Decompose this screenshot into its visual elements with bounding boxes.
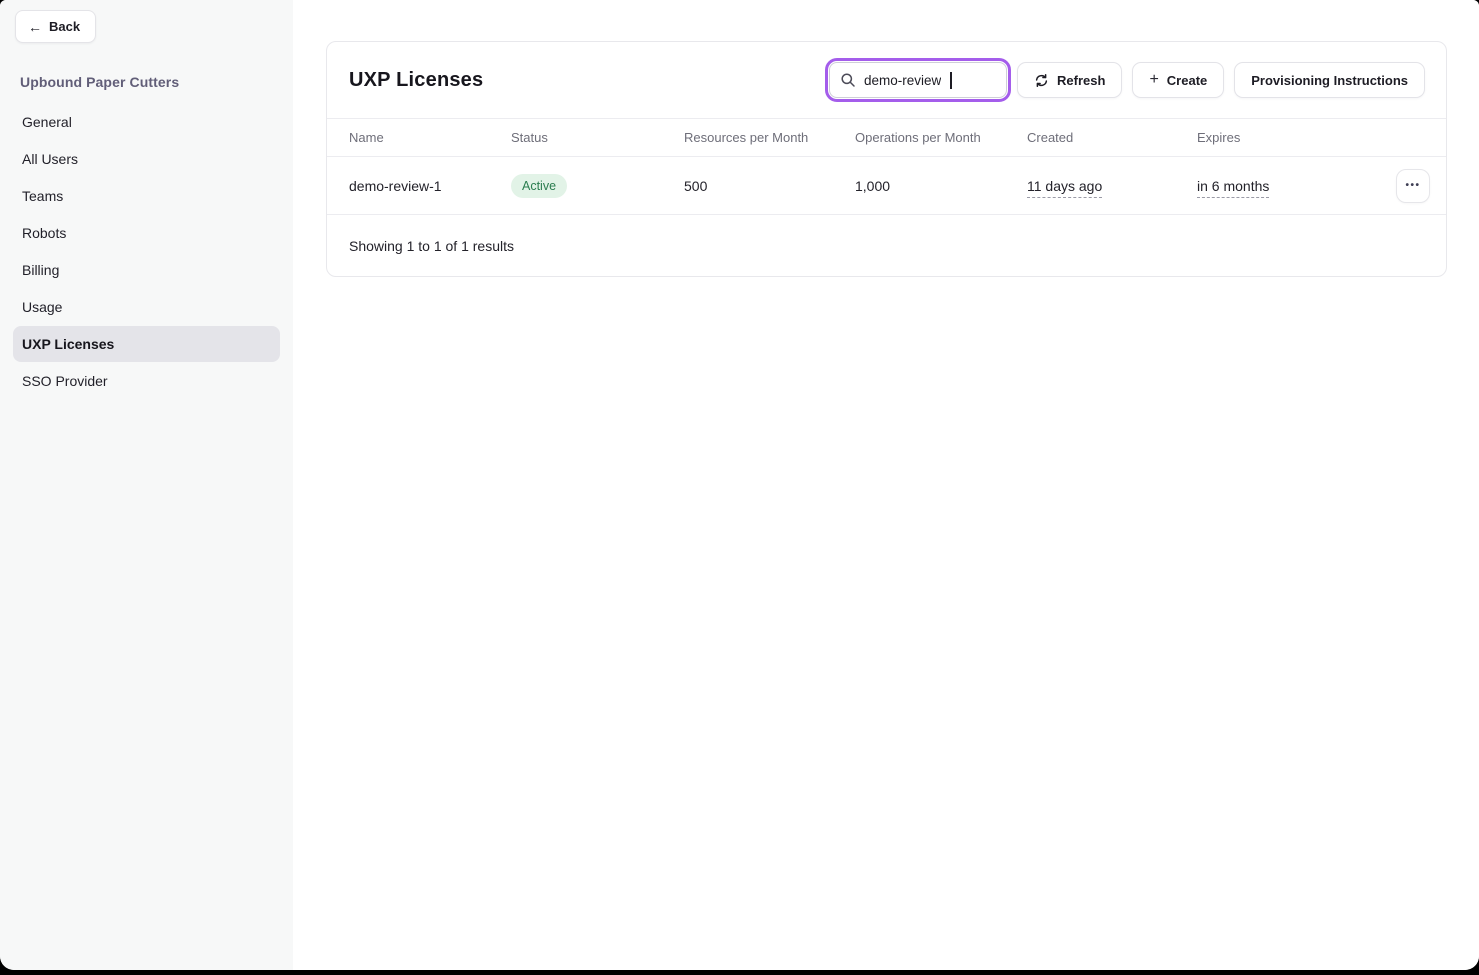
created-relative-time[interactable]: 11 days ago (1027, 178, 1102, 198)
create-button[interactable]: + Create (1132, 62, 1224, 98)
row-actions-menu-button[interactable]: ••• (1396, 169, 1430, 203)
back-button[interactable]: ← Back (15, 10, 96, 43)
sidebar-item-all-users[interactable]: All Users (13, 141, 280, 177)
search-input-value: demo-review (864, 73, 941, 88)
uxp-licenses-card: UXP Licenses demo-review (326, 41, 1447, 277)
table-row: demo-review-1 Active 500 1,000 11 days a… (327, 157, 1446, 215)
page-title: UXP Licenses (349, 69, 483, 92)
column-header-status: Status (511, 130, 684, 145)
toolbar: demo-review Refresh + Create (829, 62, 1425, 98)
settings-sidebar: ← Back Upbound Paper Cutters General All… (0, 0, 293, 970)
resources-per-month-cell: 500 (684, 178, 855, 194)
back-arrow-icon: ← (28, 20, 42, 34)
sidebar-item-uxp-licenses[interactable]: UXP Licenses (13, 326, 280, 362)
sidebar-item-robots[interactable]: Robots (13, 215, 280, 251)
search-input[interactable]: demo-review (829, 62, 1007, 98)
column-header-created: Created (1027, 130, 1197, 145)
provisioning-instructions-label: Provisioning Instructions (1251, 73, 1408, 88)
main-content: UXP Licenses demo-review (293, 0, 1479, 970)
sidebar-item-usage[interactable]: Usage (13, 289, 280, 325)
card-header: UXP Licenses demo-review (327, 42, 1446, 118)
table-header-row: Name Status Resources per Month Operatio… (327, 118, 1446, 157)
refresh-button[interactable]: Refresh (1017, 62, 1122, 98)
app-window: ← Back Upbound Paper Cutters General All… (0, 0, 1479, 970)
refresh-button-label: Refresh (1057, 73, 1105, 88)
license-name-cell: demo-review-1 (349, 178, 511, 194)
card-footer: Showing 1 to 1 of 1 results (327, 215, 1446, 276)
results-count-text: Showing 1 to 1 of 1 results (349, 238, 514, 254)
operations-per-month-cell: 1,000 (855, 178, 1027, 194)
expires-relative-time[interactable]: in 6 months (1197, 178, 1269, 198)
search-icon (840, 72, 856, 88)
status-badge: Active (511, 174, 567, 198)
ellipsis-icon: ••• (1405, 180, 1420, 191)
sidebar-item-teams[interactable]: Teams (13, 178, 280, 214)
sidebar-item-general[interactable]: General (13, 104, 280, 140)
sidebar-item-billing[interactable]: Billing (13, 252, 280, 288)
license-status-cell: Active (511, 174, 684, 198)
create-button-label: Create (1167, 73, 1207, 88)
org-name-heading: Upbound Paper Cutters (20, 74, 293, 90)
expires-cell: in 6 months (1197, 178, 1374, 194)
sidebar-nav: General All Users Teams Robots Billing U… (0, 104, 293, 399)
column-header-operations: Operations per Month (855, 130, 1027, 145)
column-header-name: Name (349, 130, 511, 145)
column-header-resources: Resources per Month (684, 130, 855, 145)
created-cell: 11 days ago (1027, 178, 1197, 194)
refresh-icon (1034, 73, 1049, 88)
plus-icon: + (1149, 72, 1158, 88)
provisioning-instructions-button[interactable]: Provisioning Instructions (1234, 62, 1425, 98)
sidebar-item-sso-provider[interactable]: SSO Provider (13, 363, 280, 399)
column-header-expires: Expires (1197, 130, 1374, 145)
text-cursor (950, 72, 952, 89)
back-button-label: Back (49, 19, 80, 34)
